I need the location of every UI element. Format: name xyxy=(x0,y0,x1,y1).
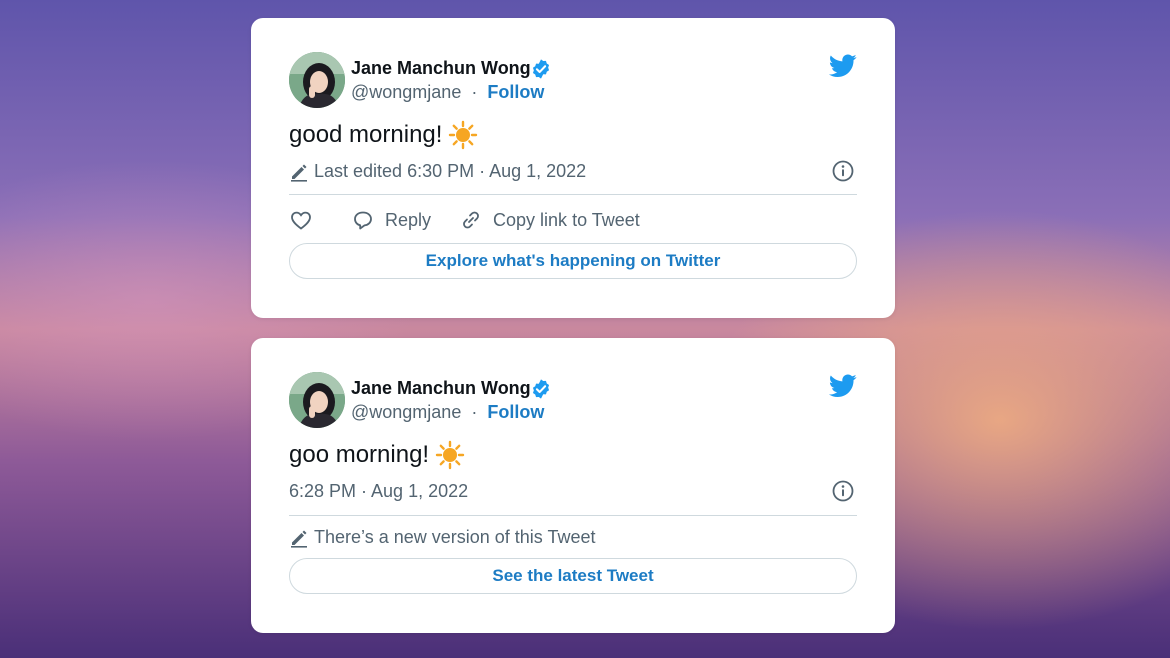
verified-badge-icon xyxy=(532,379,550,399)
sun-emoji xyxy=(435,440,465,470)
twitter-bird-icon[interactable] xyxy=(829,54,857,78)
copy-link-label: Copy link to Tweet xyxy=(493,209,640,230)
handle[interactable]: @wongmjane xyxy=(351,82,461,102)
like-button[interactable] xyxy=(289,208,313,232)
notice-text: There’s a new version of this Tweet xyxy=(314,527,596,547)
tweet-text: goo morning! xyxy=(289,440,465,470)
info-icon[interactable] xyxy=(831,159,855,183)
handle-row: @wongmjane · Follow xyxy=(351,402,544,423)
follow-button[interactable]: Follow xyxy=(487,402,544,422)
timestamp-text[interactable]: 6:28 PM · Aug 1, 2022 xyxy=(289,481,468,502)
avatar[interactable] xyxy=(289,52,345,108)
separator: · xyxy=(471,402,478,422)
divider xyxy=(289,194,857,195)
twitter-bird-icon[interactable] xyxy=(829,374,857,398)
pencil-icon xyxy=(291,164,307,182)
tweet-card-original: Jane Manchun Wong @wongmjane · Follow go… xyxy=(251,338,895,633)
edit-meta: Last edited 6:30 PM · Aug 1, 2022 xyxy=(289,161,586,182)
handle[interactable]: @wongmjane xyxy=(351,402,461,422)
copy-link-button[interactable]: Copy link to Tweet xyxy=(459,208,640,232)
tweet-card-edited: Jane Manchun Wong @wongmjane · Follow go… xyxy=(251,18,895,318)
tweet-text: good morning! xyxy=(289,120,478,150)
see-latest-tweet-button[interactable]: See the latest Tweet xyxy=(289,558,857,594)
reply-button[interactable]: Reply xyxy=(351,208,431,232)
timestamp: 6:28 PM · Aug 1, 2022 xyxy=(289,481,468,502)
author-name[interactable]: Jane Manchun Wong xyxy=(351,378,531,399)
info-icon[interactable] xyxy=(831,479,855,503)
tweet-text-content: goo morning! xyxy=(289,441,430,468)
tweet-actions: Reply Copy link to Tweet xyxy=(289,206,640,234)
divider xyxy=(289,515,857,516)
reply-icon xyxy=(354,211,372,230)
link-icon xyxy=(463,211,479,229)
follow-button[interactable]: Follow xyxy=(487,82,544,102)
separator: · xyxy=(471,82,478,102)
author-name[interactable]: Jane Manchun Wong xyxy=(351,58,531,79)
heart-icon xyxy=(291,211,311,230)
handle-row: @wongmjane · Follow xyxy=(351,82,544,103)
tweet-text-content: good morning! xyxy=(289,121,443,148)
meta-text[interactable]: Last edited 6:30 PM · Aug 1, 2022 xyxy=(314,161,586,182)
verified-badge-icon xyxy=(532,59,550,79)
sun-emoji xyxy=(449,120,478,150)
reply-label: Reply xyxy=(385,209,432,230)
pencil-icon xyxy=(291,530,307,548)
avatar[interactable] xyxy=(289,372,345,428)
new-version-notice: There’s a new version of this Tweet xyxy=(289,527,595,548)
explore-button[interactable]: Explore what's happening on Twitter xyxy=(289,243,857,279)
